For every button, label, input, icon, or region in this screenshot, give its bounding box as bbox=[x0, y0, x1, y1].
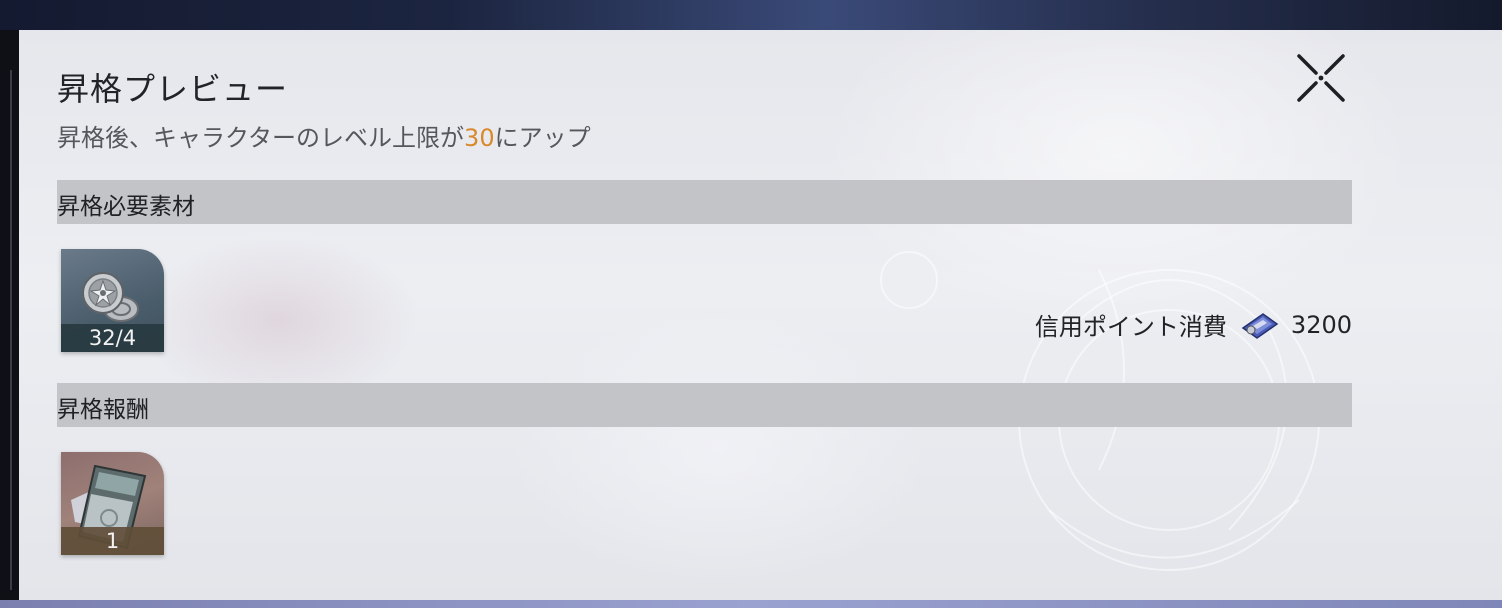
required-materials-header: 昇格必要素材 bbox=[57, 180, 1352, 224]
subtitle-suffix: にアップ bbox=[494, 124, 591, 152]
credit-cost-label: 信用ポイント消費 bbox=[1034, 313, 1227, 341]
credit-cost: 信用ポイント消費 3200 bbox=[1035, 307, 1352, 342]
close-button[interactable] bbox=[1293, 50, 1349, 106]
reward-count: 1 bbox=[61, 527, 164, 555]
ascension-preview-dialog: 昇格プレビュー 昇格後、キャラクターのレベル上限が30にアップ 昇格必要素材 3… bbox=[19, 30, 1502, 600]
dialog-title: 昇格プレビュー bbox=[57, 70, 289, 108]
material-count: 32/4 bbox=[61, 324, 164, 352]
level-cap-value: 30 bbox=[464, 124, 495, 152]
background-left-edge bbox=[0, 30, 19, 600]
dialog-subtitle: 昇格後、キャラクターのレベル上限が30にアップ bbox=[57, 118, 591, 153]
background-bottom-strip bbox=[0, 600, 1502, 608]
close-x-icon bbox=[1297, 54, 1345, 102]
material-item[interactable]: 32/4 bbox=[61, 249, 164, 352]
credit-icon bbox=[1241, 312, 1279, 339]
reward-item[interactable]: 1 bbox=[61, 452, 164, 555]
subtitle-text: 昇格後、キャラクターのレベル上限が bbox=[57, 124, 465, 152]
ascension-rewards-title: 昇格報酬 bbox=[57, 397, 149, 423]
credit-cost-value: 3200 bbox=[1290, 310, 1352, 339]
ascension-rewards-header: 昇格報酬 bbox=[57, 383, 1352, 427]
edge-divider bbox=[10, 70, 12, 590]
required-materials-title: 昇格必要素材 bbox=[57, 194, 195, 220]
